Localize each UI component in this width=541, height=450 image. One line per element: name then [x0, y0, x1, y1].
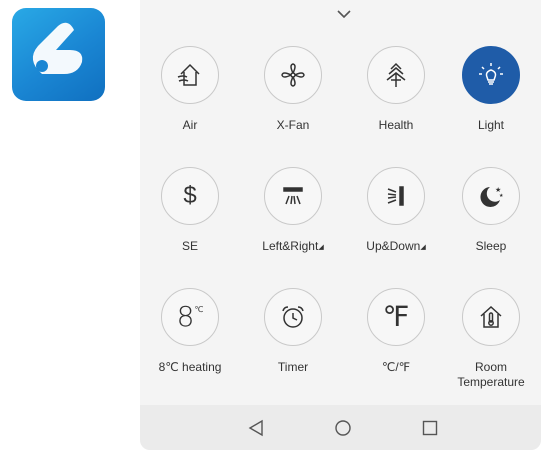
fan-icon — [281, 63, 305, 87]
tile-se[interactable]: $ SE — [140, 167, 240, 277]
navigation-bar — [140, 405, 541, 450]
x-fan-button[interactable] — [264, 46, 322, 104]
left-right-button[interactable] — [264, 167, 322, 225]
tree-icon — [386, 62, 406, 87]
tile-label: X-Fan — [276, 118, 310, 132]
home-circle-icon — [335, 420, 351, 436]
eight-degree-icon: 8 ℃ — [177, 303, 204, 331]
tile-label: ℃/℉ — [381, 360, 411, 374]
tile-label-line1: Room — [474, 360, 507, 374]
back-triangle-icon — [248, 419, 263, 437]
vertical-swing-icon — [387, 186, 404, 206]
sleep-button[interactable]: ★ ★ — [462, 167, 520, 225]
tile-label: 8℃ heating — [158, 360, 222, 374]
tile-x-fan[interactable]: X-Fan — [243, 46, 343, 156]
tile-label: Left&Right◢ — [262, 239, 323, 255]
heating-button[interactable]: 8 ℃ — [161, 288, 219, 346]
light-button[interactable] — [462, 46, 520, 104]
control-panel: Air X-Fan Health Light $ SE Left&Right◢ … — [140, 0, 541, 450]
dollar-icon: $ — [183, 182, 197, 209]
fahrenheit-icon: ℉ — [382, 300, 410, 333]
tile-label: Up&Down◢ — [366, 239, 425, 255]
unit-button[interactable]: ℉ — [367, 288, 425, 346]
tile-label: Health — [378, 118, 414, 132]
dropdown-indicator-icon: ◢ — [420, 244, 426, 251]
health-button[interactable] — [367, 46, 425, 104]
app-logo-icon — [32, 22, 83, 74]
celsius-superscript: ℃ — [194, 305, 204, 314]
house-thermometer-icon — [480, 305, 502, 328]
tile-label: Sleep — [475, 239, 507, 253]
home-button[interactable] — [331, 416, 355, 440]
up-down-button[interactable] — [367, 167, 425, 225]
app-icon[interactable] — [12, 8, 105, 101]
tile-left-right[interactable]: Left&Right◢ — [243, 167, 343, 277]
tile-label: Light — [477, 118, 505, 132]
tile-room-temp[interactable]: Room Temperature — [441, 288, 541, 398]
tile-sleep[interactable]: ★ ★ Sleep — [441, 167, 541, 277]
svg-text:★: ★ — [499, 193, 504, 199]
tile-up-down[interactable]: Up&Down◢ — [346, 167, 446, 277]
air-button[interactable] — [161, 46, 219, 104]
function-grid: Air X-Fan Health Light $ SE Left&Right◢ … — [140, 0, 541, 400]
room-temp-button[interactable] — [462, 288, 520, 346]
tile-air[interactable]: Air — [140, 46, 240, 156]
tile-heating[interactable]: 8 ℃ 8℃ heating — [140, 288, 240, 398]
tile-label: Air — [182, 118, 198, 132]
se-button[interactable]: $ — [161, 167, 219, 225]
tile-label-line2: Temperature — [457, 375, 525, 389]
dropdown-indicator-icon: ◢ — [318, 244, 324, 251]
tile-label-text: Left&Right — [262, 239, 319, 253]
eight-glyph: 8 — [176, 300, 195, 333]
tile-label: SE — [181, 239, 198, 253]
horizontal-swing-icon — [283, 187, 303, 205]
house-wind-icon — [177, 63, 200, 86]
tile-timer[interactable]: Timer — [243, 288, 343, 398]
tile-light[interactable]: Light — [441, 46, 541, 156]
recents-square-icon — [422, 420, 438, 436]
tile-health[interactable]: Health — [346, 46, 446, 156]
back-button[interactable] — [244, 416, 268, 440]
timer-button[interactable] — [264, 288, 322, 346]
recents-button[interactable] — [418, 416, 442, 440]
tile-unit[interactable]: ℉ ℃/℉ — [346, 288, 446, 398]
tile-label-text: Up&Down — [366, 239, 421, 253]
tile-label: Room Temperature — [457, 360, 524, 390]
tile-label: Timer — [277, 360, 309, 374]
light-bulb-icon — [479, 63, 503, 85]
moon-stars-icon: ★ ★ — [480, 186, 504, 207]
alarm-clock-icon — [282, 306, 304, 328]
